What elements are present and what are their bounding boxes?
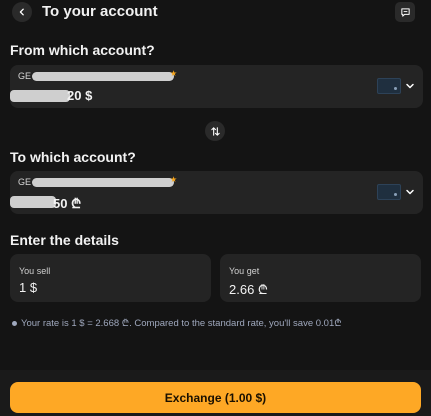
card-thumbnail-icon [377,184,401,200]
back-button[interactable] [12,2,32,22]
account-number-mask [32,178,174,187]
chevron-down-icon [406,189,414,195]
header: To your account [0,0,431,26]
to-section-title: To which account? [10,149,136,165]
balance-mask [10,196,56,208]
from-account-number: GE [18,71,32,81]
exchange-button[interactable]: Exchange (1.00 $) [10,382,421,413]
sell-label: You sell [19,266,51,276]
to-account-number: GE [18,177,32,187]
info-icon [12,320,17,326]
sell-amount-field[interactable]: You sell 1 $ [10,254,211,302]
from-account-selector[interactable]: GE ★ 20 $ [10,65,423,108]
balance-mask [10,90,70,102]
chat-icon [400,7,410,17]
rate-note: Your rate is 1 $ = 2.668 ₾. Compared to … [12,316,427,329]
get-value[interactable]: 2.66 ₾ [229,280,268,298]
details-section-title: Enter the details [10,232,119,248]
favorite-star-icon: ★ [170,175,178,184]
rate-note-text: Your rate is 1 $ = 2.668 ₾. Compared to … [21,318,342,329]
swap-vertical-icon [210,126,220,136]
page-title: To your account [42,3,158,20]
to-account-balance: 50 ₾ [53,196,82,211]
sell-value[interactable]: 1 $ [19,280,37,295]
from-account-balance: 20 $ [67,88,93,103]
get-label: You get [229,266,260,276]
chevron-down-icon [406,83,414,89]
to-account-selector[interactable]: GE ★ 50 ₾ [10,171,423,214]
chevron-left-icon [19,8,24,16]
card-thumbnail-icon [377,78,401,94]
chat-button[interactable] [395,2,415,22]
swap-accounts-button[interactable] [205,121,225,141]
get-amount-field[interactable]: You get 2.66 ₾ [220,254,421,302]
favorite-star-icon: ★ [170,69,178,78]
from-section-title: From which account? [10,42,155,58]
account-number-mask [32,72,174,81]
